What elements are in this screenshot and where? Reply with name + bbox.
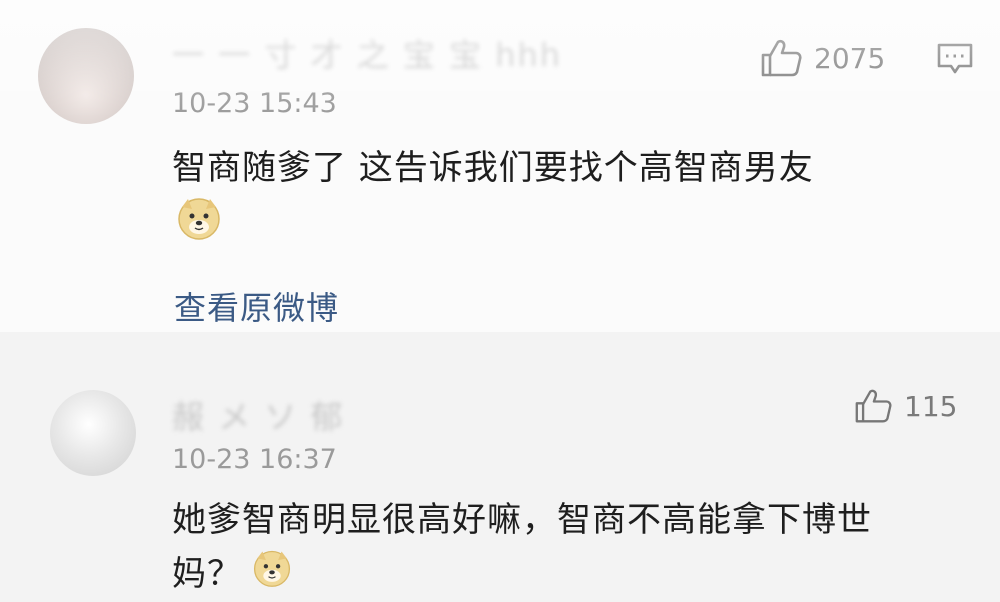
like-count: 115 <box>904 389 958 423</box>
timestamp: 10-23 16:37 <box>172 444 337 475</box>
doge-emoji-icon <box>176 195 222 245</box>
reply-button[interactable] <box>936 42 974 80</box>
like-button[interactable]: 115 <box>854 388 957 424</box>
timestamp: 10-23 15:43 <box>172 88 337 119</box>
thumbs-up-icon <box>855 389 892 423</box>
comment-text-line-2: 妈？ <box>172 554 242 594</box>
comment-text: 智商随爹了 这告诉我们要找个高智商男友 <box>172 148 814 188</box>
comment-item: 赧 メ ソ 郁 10-23 16:37 115 她爹智商明显很高好嘛，智商不高能… <box>0 332 1000 602</box>
thumbs-up-icon <box>761 39 802 77</box>
avatar[interactable] <box>50 390 136 476</box>
username[interactable]: 赧 メ ソ 郁 <box>172 392 345 438</box>
avatar[interactable] <box>38 28 134 124</box>
like-button[interactable]: 2075 <box>760 38 885 78</box>
view-original-link[interactable]: 查看原微博 <box>174 283 339 329</box>
username[interactable]: 一 一 寸 才 之 宝 宝 hhh <box>172 30 562 76</box>
comment-text-line-1: 她爹智商明显很高好嘛，智商不高能拿下博世 <box>172 500 872 540</box>
like-count: 2075 <box>814 41 886 75</box>
comment-bubble-icon <box>937 43 973 74</box>
doge-emoji-icon <box>252 548 292 592</box>
comment-item: 一 一 寸 才 之 宝 宝 hhh 10-23 15:43 2075 智商随爹了… <box>0 0 1000 332</box>
